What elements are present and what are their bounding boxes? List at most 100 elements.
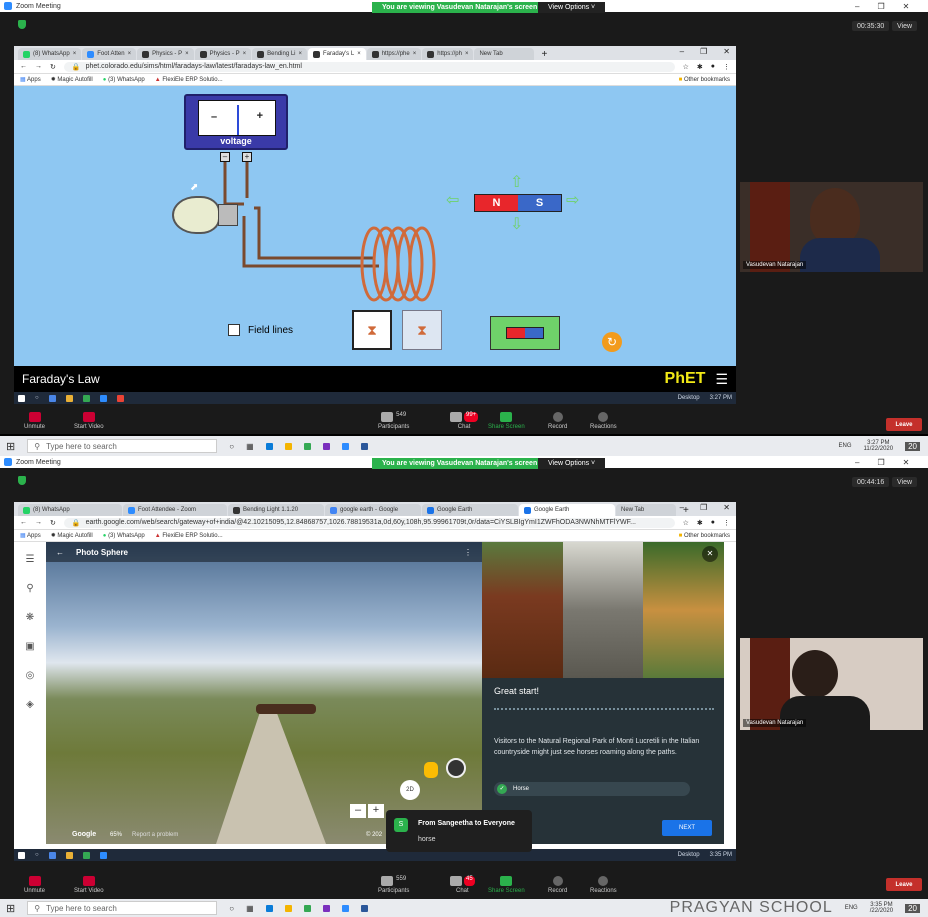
bookmark-apps[interactable]: ▦ Apps xyxy=(20,532,41,539)
bookmark-magic-autofill[interactable]: ✹ Magic Autofill xyxy=(51,532,93,539)
minimize-icon[interactable]: – xyxy=(855,2,859,11)
share-screen-button[interactable]: Share Screen xyxy=(488,876,525,894)
app-icon[interactable] xyxy=(116,394,124,402)
file-explorer-icon[interactable] xyxy=(65,851,73,859)
star-icon[interactable]: ☆ xyxy=(683,63,689,71)
bar-magnet[interactable]: N S xyxy=(474,194,562,212)
file-explorer-icon[interactable] xyxy=(65,394,73,402)
new-tab-icon[interactable]: + xyxy=(535,49,553,60)
bookmark-magic-autofill[interactable]: ✹ Magic Autofill xyxy=(51,76,93,83)
chat-button[interactable]: 99+ Chat xyxy=(450,412,479,430)
security-shield-icon[interactable] xyxy=(18,476,26,485)
reactions-button[interactable]: Reactions xyxy=(590,876,617,894)
participant-video[interactable]: Vasudevan Natarajan xyxy=(740,182,923,272)
back-arrow-icon[interactable]: ← xyxy=(56,548,64,557)
reset-button[interactable]: ↻ xyxy=(602,332,622,352)
browser-tab[interactable]: New Tab xyxy=(474,48,535,60)
other-bookmarks[interactable]: ■ Other bookmarks xyxy=(679,77,730,83)
browser-tab[interactable]: Foot Atten × xyxy=(82,48,137,60)
extensions-icon[interactable]: ✱ xyxy=(697,519,703,527)
url-input[interactable]: 🔒 earth.google.com/web/search/gateway+of+… xyxy=(63,517,675,528)
mode-2d-button[interactable]: 2D xyxy=(400,780,420,800)
browser-tab[interactable]: https://ph × xyxy=(422,48,474,60)
close-icon[interactable]: ✕ xyxy=(903,458,910,467)
zoom-app-icon[interactable] xyxy=(99,851,107,859)
edge-icon[interactable] xyxy=(265,904,273,912)
horse-image[interactable] xyxy=(482,542,563,678)
forward-icon[interactable]: → xyxy=(35,63,42,70)
menu-icon[interactable]: ⋮ xyxy=(723,63,730,71)
browser-tab[interactable]: Bending Light 1.1.20 xyxy=(228,504,324,516)
windows-start-icon[interactable] xyxy=(18,851,25,859)
layers-icon[interactable]: ◈ xyxy=(26,699,34,710)
bookmark-flexiele[interactable]: ▲ FlexiEle ERP Solutio... xyxy=(155,533,223,539)
chrome-icon[interactable] xyxy=(303,442,311,450)
flip-magnet-button[interactable] xyxy=(490,316,560,350)
search-icon[interactable]: ○ xyxy=(35,852,39,858)
more-icon[interactable]: ⋮ xyxy=(464,548,472,557)
search-icon[interactable]: ⚲ xyxy=(26,583,33,594)
record-button[interactable]: Record xyxy=(548,412,567,430)
one-coil-button[interactable]: ⧗ xyxy=(352,310,392,350)
minimize-icon[interactable]: – xyxy=(680,503,684,512)
projects-icon[interactable]: ◎ xyxy=(26,670,35,681)
browser-tab[interactable]: (8) WhatsApp × xyxy=(18,48,82,60)
browser-tab[interactable]: Physics - P × xyxy=(194,48,252,60)
leave-button[interactable]: Leave xyxy=(886,418,922,431)
other-bookmarks[interactable]: ■ Other bookmarks xyxy=(679,533,730,539)
field-lines-checkbox[interactable]: Field lines xyxy=(228,324,293,336)
word-icon[interactable] xyxy=(360,442,368,450)
browser-tab[interactable]: Google Earth xyxy=(422,504,518,516)
windows-search-box[interactable]: ⚲ Type here to search xyxy=(27,901,218,915)
edge-icon[interactable] xyxy=(265,442,273,450)
menu-icon[interactable]: ☰ xyxy=(26,554,35,565)
onenote-icon[interactable] xyxy=(322,442,330,450)
profile-icon[interactable]: ● xyxy=(711,63,715,70)
minimize-icon[interactable]: – xyxy=(680,47,684,56)
participants-button[interactable]: 559 Participants xyxy=(378,876,409,894)
bookmark-whatsapp[interactable]: ● (3) WhatsApp xyxy=(103,533,145,539)
phet-logo[interactable]: PhET xyxy=(665,370,706,388)
chrome-icon[interactable] xyxy=(82,851,90,859)
bookmark-whatsapp[interactable]: ● (3) WhatsApp xyxy=(103,77,145,83)
zoom-app-icon[interactable] xyxy=(341,442,349,450)
notification-badge[interactable]: 20 xyxy=(905,903,920,913)
browser-tab-active[interactable]: Faraday's L × xyxy=(308,48,366,60)
browser-tab[interactable]: Foot Attendee - Zoom xyxy=(123,504,227,516)
close-icon[interactable]: ✕ xyxy=(723,503,730,512)
minimize-icon[interactable]: – xyxy=(855,458,859,467)
reactions-button[interactable]: Reactions xyxy=(590,412,617,430)
search-icon[interactable]: ○ xyxy=(35,395,39,401)
view-options-button[interactable]: View Options ˅ xyxy=(538,458,606,469)
voyager-icon[interactable]: ❋ xyxy=(26,612,34,623)
back-icon[interactable]: ← xyxy=(20,519,27,526)
browser-tab[interactable]: google earth - Google xyxy=(325,504,421,516)
answer-horse[interactable]: ✓ Horse xyxy=(494,782,690,796)
compass-icon[interactable] xyxy=(446,758,466,778)
browser-tab[interactable]: https://phe × xyxy=(366,48,422,60)
windows-search-box[interactable]: ⚲ Type here to search xyxy=(27,439,218,453)
dice-icon[interactable]: ▣ xyxy=(25,641,34,652)
back-icon[interactable]: ← xyxy=(20,63,27,70)
zoom-out-button[interactable]: – xyxy=(350,804,366,818)
forward-icon[interactable]: → xyxy=(35,519,42,526)
file-explorer-icon[interactable] xyxy=(284,904,292,912)
start-video-button[interactable]: Start Video xyxy=(74,876,104,894)
leave-button[interactable]: Leave xyxy=(886,878,922,891)
browser-tab-active[interactable]: Google Earth xyxy=(519,504,615,516)
task-view-icon[interactable]: ▦ xyxy=(246,904,254,913)
task-view-icon[interactable] xyxy=(48,394,56,402)
view-button[interactable]: View xyxy=(892,21,918,31)
record-button[interactable]: Record xyxy=(548,876,567,894)
two-coil-button[interactable]: ⧗ xyxy=(402,310,442,350)
zoom-app-icon[interactable] xyxy=(341,904,349,912)
report-problem-link[interactable]: Report a problem xyxy=(132,832,178,838)
participants-button[interactable]: 549 Participants xyxy=(378,412,409,430)
browser-tab[interactable]: Physics - P × xyxy=(137,48,194,60)
cortana-icon[interactable]: ○ xyxy=(229,442,234,451)
participant-video[interactable]: Vasudevan Natarajan xyxy=(740,638,923,730)
chat-button[interactable]: 45 Chat xyxy=(450,876,475,894)
start-video-button[interactable]: Start Video xyxy=(74,412,104,430)
onenote-icon[interactable] xyxy=(322,904,330,912)
security-shield-icon[interactable] xyxy=(18,20,26,29)
